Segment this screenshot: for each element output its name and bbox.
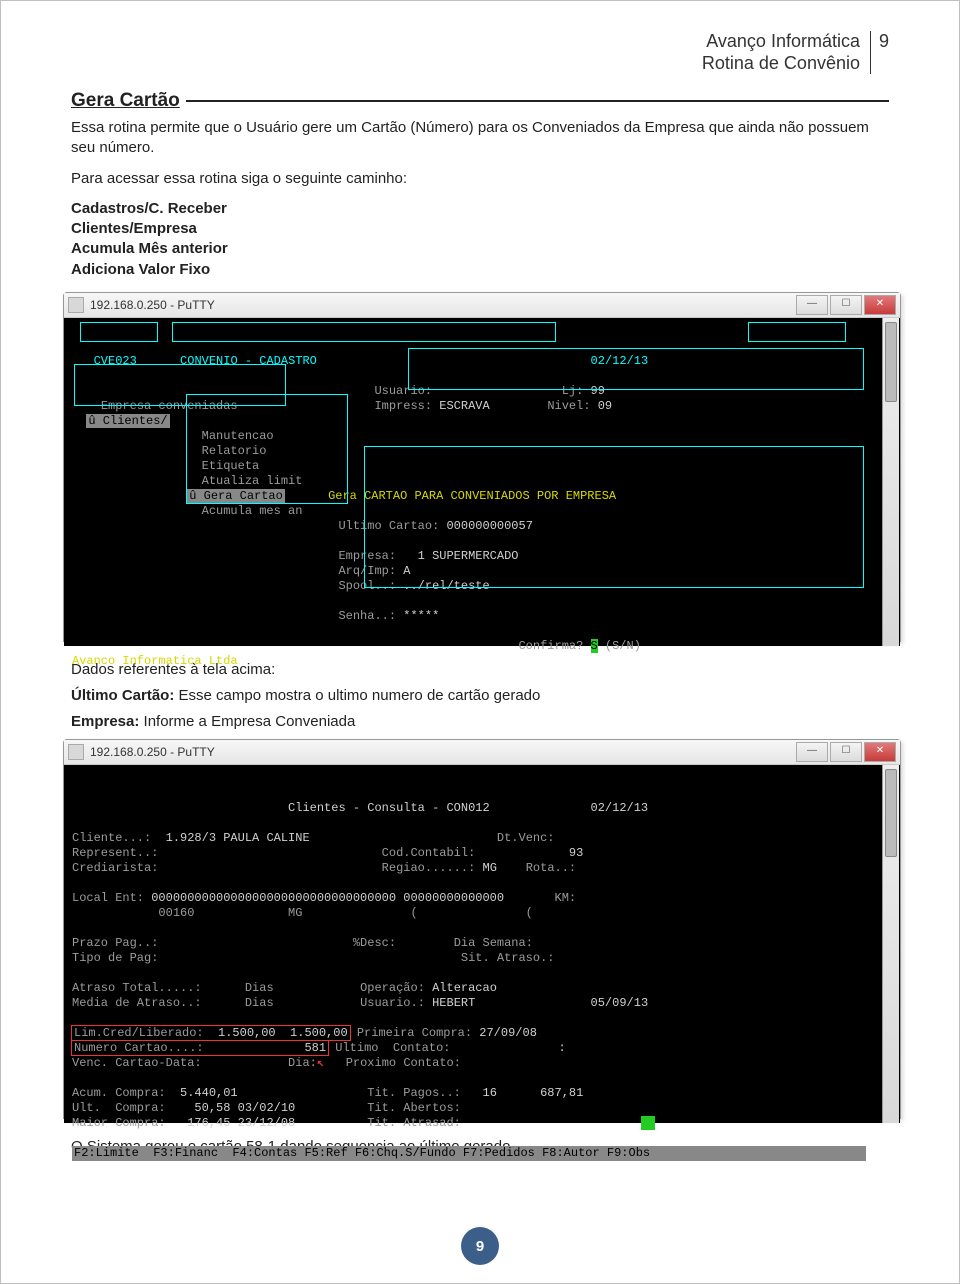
page-number-top: 9 bbox=[871, 31, 889, 53]
page-header: Avanço Informática Rotina de Convênio 9 bbox=[71, 31, 889, 74]
t1-name: CONVENIO - CADASTRO bbox=[180, 354, 317, 368]
brand-line2: Rotina de Convênio bbox=[702, 53, 860, 75]
nav-clientes: Clientes/Empresa bbox=[71, 219, 889, 239]
putty-window-1: 192.168.0.250 - PuTTY — ☐ ✕ CVE023 CONVE… bbox=[63, 292, 901, 642]
page: Avanço Informática Rotina de Convênio 9 … bbox=[0, 0, 960, 1284]
nav-cadastros: Cadastros/C. Receber bbox=[71, 199, 889, 219]
terminal-2[interactable]: Clientes - Consulta - CON012 02/12/13 Cl… bbox=[64, 765, 900, 1123]
max-button[interactable]: ☐ bbox=[830, 742, 862, 762]
brand-block: Avanço Informática Rotina de Convênio bbox=[702, 31, 871, 74]
brand-line1: Avanço Informática bbox=[702, 31, 860, 53]
empresa-txt: Informe a Empresa Conveniada bbox=[139, 713, 355, 730]
putty2-titlebar[interactable]: 192.168.0.250 - PuTTY — ☐ ✕ bbox=[64, 740, 900, 765]
scrollbar[interactable] bbox=[882, 318, 899, 646]
close-button[interactable]: ✕ bbox=[864, 295, 896, 315]
fkey-bar: F2:Limite F3:Financ F4:Contas F5:Ref F6:… bbox=[72, 1146, 866, 1161]
page-number-bottom: 9 bbox=[461, 1227, 499, 1265]
min-button[interactable]: — bbox=[796, 742, 828, 762]
close-button[interactable]: ✕ bbox=[864, 742, 896, 762]
nav-path: Cadastros/C. Receber Clientes/Empresa Ac… bbox=[71, 199, 889, 280]
max-button[interactable]: ☐ bbox=[830, 295, 862, 315]
scrollbar[interactable] bbox=[882, 765, 899, 1123]
nav-acumula: Acumula Mês anterior bbox=[71, 239, 889, 259]
putty2-title: 192.168.0.250 - PuTTY bbox=[90, 745, 794, 759]
putty-icon bbox=[68, 297, 84, 313]
t1-code: CVE023 bbox=[94, 354, 137, 368]
putty-window-2: 192.168.0.250 - PuTTY — ☐ ✕ Clientes - C… bbox=[63, 739, 901, 1119]
section-title: Gera Cartão bbox=[71, 90, 180, 112]
intro-text: Essa rotina permite que o Usuário gere u… bbox=[71, 118, 889, 159]
nav-adiciona: Adiciona Valor Fixo bbox=[71, 260, 889, 280]
putty1-title: 192.168.0.250 - PuTTY bbox=[90, 298, 794, 312]
terminal-1[interactable]: CVE023 CONVENIO - CADASTRO 02/12/13 Usua… bbox=[64, 318, 900, 646]
putty1-titlebar[interactable]: 192.168.0.250 - PuTTY — ☐ ✕ bbox=[64, 293, 900, 318]
min-button[interactable]: — bbox=[796, 295, 828, 315]
access-text: Para acessar essa rotina siga o seguinte… bbox=[71, 169, 889, 189]
title-rule bbox=[186, 100, 889, 102]
t1-date: 02/12/13 bbox=[591, 354, 649, 368]
ultimo-cartao-txt: Esse campo mostra o ultimo numero de car… bbox=[174, 687, 540, 704]
